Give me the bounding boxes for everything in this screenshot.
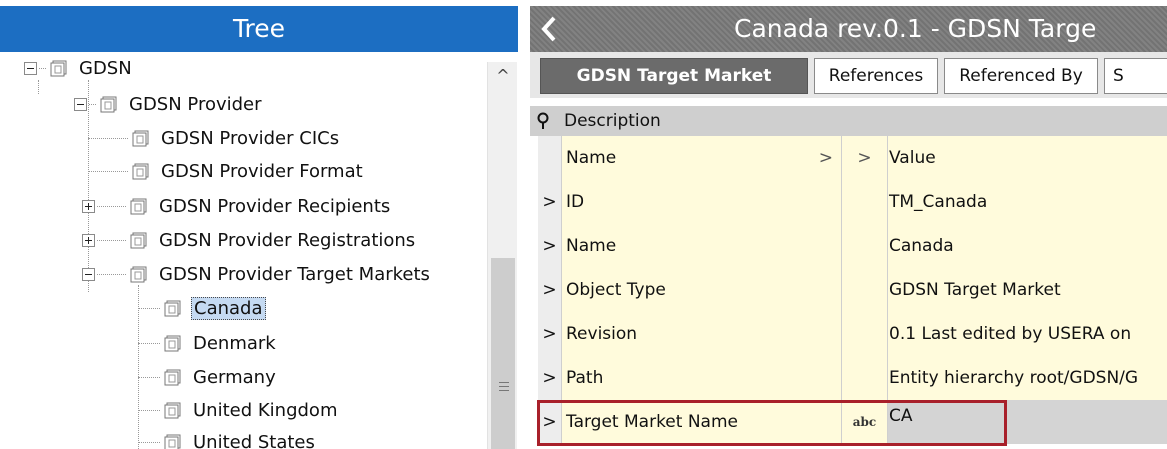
- row-name: ID: [562, 180, 842, 224]
- object-icon: [131, 161, 151, 181]
- grid-row-name[interactable]: > Name Canada: [538, 224, 1167, 268]
- row-value[interactable]: Canada: [888, 224, 1167, 268]
- tree-vertical-scrollbar[interactable]: ^: [487, 62, 517, 449]
- grip-icon: [499, 382, 509, 394]
- object-icon: [49, 58, 69, 78]
- row-type: [842, 356, 888, 400]
- row-name: Path: [562, 356, 842, 400]
- tree-node-provider-recipients[interactable]: GDSN Provider Recipients: [82, 191, 392, 221]
- collapse-icon[interactable]: [24, 61, 37, 75]
- row-type: [842, 312, 888, 356]
- chevron-right-icon[interactable]: >: [857, 148, 871, 168]
- tab-references[interactable]: References: [814, 58, 938, 94]
- object-icon: [163, 367, 183, 387]
- tree-node-label: Canada: [191, 296, 266, 320]
- tree-node-provider-cics[interactable]: GDSN Provider CICs: [88, 123, 341, 153]
- object-icon: [129, 264, 149, 284]
- group-header-description[interactable]: Description: [530, 106, 1167, 136]
- expand-icon[interactable]: [82, 199, 95, 213]
- object-icon: [129, 196, 149, 216]
- object-icon: [99, 94, 119, 114]
- tree-node-label: GDSN Provider Recipients: [159, 195, 391, 217]
- grid-row-id[interactable]: > ID TM_Canada: [538, 180, 1167, 224]
- tree-node-label: United Kingdom: [193, 399, 338, 421]
- row-expand-icon[interactable]: >: [538, 312, 562, 356]
- scrollbar-thumb[interactable]: [491, 258, 515, 449]
- row-value[interactable]: Entity hierarchy root/GDSN/G: [888, 356, 1167, 400]
- grid-row-object-type[interactable]: > Object Type GDSN Target Market: [538, 268, 1167, 312]
- tree-node-gdsn-provider[interactable]: GDSN Provider: [74, 89, 264, 119]
- tab-s[interactable]: S: [1104, 58, 1167, 94]
- row-expand-icon[interactable]: >: [538, 356, 562, 400]
- row-name: Name: [562, 224, 842, 268]
- object-icon: [163, 298, 183, 318]
- expand-icon[interactable]: [82, 233, 95, 247]
- tree-node-label: GDSN Provider CICs: [161, 127, 340, 149]
- row-type: [842, 180, 888, 224]
- tab-bar: GDSN Target Market References Referenced…: [530, 52, 1167, 98]
- tree-node-label: GDSN Provider Target Markets: [159, 263, 430, 285]
- text-type-icon: abc: [842, 400, 888, 444]
- target-market-name-field[interactable]: CA: [888, 400, 1167, 444]
- pin-icon[interactable]: [536, 112, 550, 130]
- tree-node-gdsn[interactable]: GDSN: [24, 53, 134, 83]
- grid-header-row: Name > > Value: [538, 136, 1167, 180]
- object-icon: [131, 128, 151, 148]
- object-icon: [163, 333, 183, 353]
- tree-node-united-states[interactable]: United States: [138, 427, 317, 449]
- row-name: Revision: [562, 312, 842, 356]
- tree-node-label: United States: [193, 431, 315, 449]
- row-expand-icon[interactable]: >: [538, 224, 562, 268]
- chevron-right-icon[interactable]: >: [819, 148, 833, 168]
- tree-node-label: Denmark: [193, 332, 276, 354]
- panel-title: Canada rev.0.1 - GDSN Targe: [734, 14, 1097, 43]
- row-name: Object Type: [562, 268, 842, 312]
- panel-splitter[interactable]: [518, 0, 530, 449]
- row-name: Target Market Name: [562, 400, 842, 444]
- row-expand-icon[interactable]: >: [538, 268, 562, 312]
- tree-node-united-kingdom[interactable]: United Kingdom: [138, 395, 339, 425]
- object-icon: [129, 230, 149, 250]
- row-type: [842, 268, 888, 312]
- back-button[interactable]: [536, 12, 562, 46]
- tree-node-label: GDSN Provider Format: [161, 160, 363, 182]
- back-arrow-icon[interactable]: [540, 15, 558, 43]
- detail-panel: Canada rev.0.1 - GDSN Targe GDSN Target …: [530, 0, 1167, 449]
- tree-node-label: GDSN Provider Registrations: [159, 229, 416, 251]
- tab-referenced-by[interactable]: Referenced By: [944, 58, 1098, 94]
- tree-node-provider-format[interactable]: GDSN Provider Format: [88, 156, 365, 186]
- grid-header-spacer: [538, 136, 562, 180]
- grid-row-path[interactable]: > Path Entity hierarchy root/GDSN/G: [538, 356, 1167, 400]
- tree-node-label: GDSN Provider: [129, 93, 262, 115]
- tree-panel: Tree GDSN GDSN Provider GDSN Provider CI…: [0, 0, 518, 449]
- title-bar: Canada rev.0.1 - GDSN Targe: [530, 6, 1167, 52]
- tab-gdsn-target-market[interactable]: GDSN Target Market: [540, 58, 808, 94]
- column-header-value[interactable]: Value: [888, 136, 1167, 180]
- row-type: [842, 224, 888, 268]
- tree-node-denmark[interactable]: Denmark: [138, 328, 278, 358]
- column-header-name[interactable]: Name >: [562, 136, 842, 180]
- grid-row-target-market-name[interactable]: > Target Market Name abc CA: [538, 400, 1167, 444]
- tree-node-provider-target-markets[interactable]: GDSN Provider Target Markets: [82, 259, 432, 289]
- tree-node-label: Germany: [193, 366, 276, 388]
- collapse-icon[interactable]: [82, 267, 95, 281]
- tree-view: GDSN GDSN Provider GDSN Provider CICs GD…: [0, 52, 518, 449]
- row-value[interactable]: TM_Canada: [888, 180, 1167, 224]
- group-label: Description: [564, 111, 661, 131]
- row-expand-icon[interactable]: >: [538, 400, 562, 444]
- tree-node-canada[interactable]: Canada: [138, 293, 266, 323]
- row-value[interactable]: GDSN Target Market: [888, 268, 1167, 312]
- tree-node-label: GDSN: [79, 57, 132, 79]
- grid-row-revision[interactable]: > Revision 0.1 Last edited by USERA on: [538, 312, 1167, 356]
- tree-node-germany[interactable]: Germany: [138, 362, 278, 392]
- tree-node-provider-registrations[interactable]: GDSN Provider Registrations: [82, 225, 417, 255]
- object-icon: [163, 432, 183, 449]
- scroll-up-arrow-icon[interactable]: ^: [488, 62, 518, 90]
- row-expand-icon[interactable]: >: [538, 180, 562, 224]
- tree-header: Tree: [0, 6, 518, 52]
- collapse-icon[interactable]: [74, 97, 87, 111]
- row-value[interactable]: 0.1 Last edited by USERA on: [888, 312, 1167, 356]
- object-icon: [163, 400, 183, 420]
- column-header-expand[interactable]: >: [842, 136, 888, 180]
